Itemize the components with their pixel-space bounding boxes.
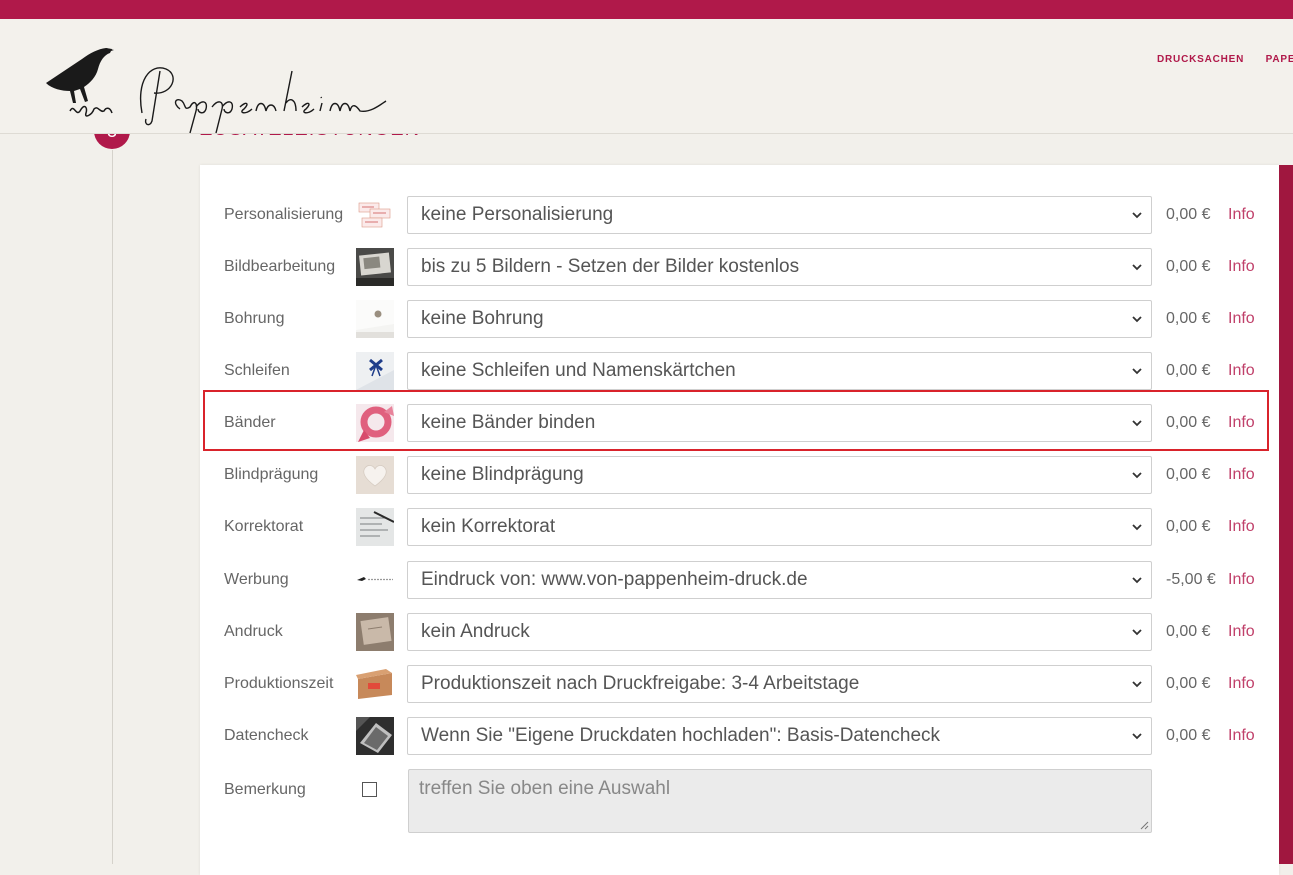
produktionszeit-select[interactable]: Produktionszeit nach Druckfreigabe: 3-4 … (407, 665, 1152, 703)
option-row-schleifen: Schleifen keine Schleifen und Namenskärt… (200, 352, 1279, 390)
andruck-select[interactable]: kein Andruck (407, 613, 1152, 651)
option-row-blindpraegung: Blindprägung keine Blindprägung 0,00 € I… (200, 456, 1279, 494)
raven-logo-icon (46, 48, 387, 134)
remark-label: Bemerkung (224, 781, 306, 798)
chevron-down-icon (1132, 420, 1142, 427)
bow-icon (356, 352, 394, 390)
option-price: 0,00 € (1166, 466, 1211, 483)
chevron-down-icon (1132, 524, 1142, 531)
chevron-down-icon (1132, 316, 1142, 323)
option-label: Datencheck (224, 727, 309, 744)
personalisierung-select[interactable]: keine Personalisierung (407, 196, 1152, 234)
option-price: -5,00 € (1166, 571, 1216, 588)
info-link[interactable]: Info (1228, 352, 1255, 390)
ribbon-icon (356, 404, 394, 442)
resize-grip-icon[interactable] (1139, 820, 1149, 830)
option-price: 0,00 € (1166, 414, 1211, 431)
option-label: Werbung (224, 571, 289, 588)
option-label: Blindprägung (224, 466, 319, 483)
option-row-bildbearbeitung: Bildbearbeitung bis zu 5 Bildern - Setze… (200, 248, 1279, 286)
option-row-produktionszeit: Produktionszeit Produktionszeit nach Dru… (200, 665, 1279, 703)
chevron-down-icon (1132, 212, 1142, 219)
option-row-bohrung: Bohrung keine Bohrung 0,00 € Info (200, 300, 1279, 338)
right-accent-bar (1279, 165, 1293, 864)
option-label: Bildbearbeitung (224, 258, 336, 275)
nav-papeterie[interactable]: PAPE (1266, 54, 1293, 65)
info-link[interactable]: Info (1228, 456, 1255, 494)
chevron-down-icon (1132, 681, 1142, 688)
info-link[interactable]: Info (1228, 717, 1255, 755)
proofreading-icon (356, 508, 394, 546)
option-price: 0,00 € (1166, 727, 1211, 744)
option-label: Bohrung (224, 310, 285, 327)
blindpraegung-select[interactable]: keine Blindprägung (407, 456, 1152, 494)
option-row-baender: Bänder keine Bänder binden 0,00 € Info (200, 404, 1279, 442)
option-price: 0,00 € (1166, 258, 1211, 275)
info-link[interactable]: Info (1228, 561, 1255, 599)
option-label: Bänder (224, 414, 276, 431)
option-row-personalisierung: Personalisierung keine Personalisierung … (200, 196, 1279, 234)
proof-print-icon (356, 613, 394, 651)
personalization-cards-icon (356, 196, 394, 234)
info-link[interactable]: Info (1228, 300, 1255, 338)
option-row-korrektorat: Korrektorat kein Korrektorat 0,00 € Info (200, 508, 1279, 546)
datencheck-select[interactable]: Wenn Sie "Eigene Druckdaten hochladen": … (407, 717, 1152, 755)
info-link[interactable]: Info (1228, 248, 1255, 286)
timeline-line (112, 150, 113, 864)
option-label: Korrektorat (224, 518, 304, 535)
embossing-heart-icon (356, 456, 394, 494)
main-nav: DRUCKSACHEN PAPE (1157, 49, 1293, 67)
option-label: Schleifen (224, 362, 290, 379)
chevron-down-icon (1132, 629, 1142, 636)
chevron-down-icon (1132, 264, 1142, 271)
chevron-down-icon (1132, 368, 1142, 375)
option-label: Andruck (224, 623, 283, 640)
option-row-werbung: Werbung Eindruck von: www.von-pappenheim… (200, 561, 1279, 599)
chevron-down-icon (1132, 577, 1142, 584)
remark-checkbox[interactable] (362, 782, 377, 797)
info-link[interactable]: Info (1228, 665, 1255, 703)
info-link[interactable]: Info (1228, 613, 1255, 651)
remark-placeholder: treffen Sie oben eine Auswahl (419, 778, 671, 799)
schleifen-select[interactable]: keine Schleifen und Namenskärtchen (407, 352, 1152, 390)
laptop-datacheck-icon (356, 717, 394, 755)
nav-drucksachen[interactable]: DRUCKSACHEN (1157, 54, 1244, 65)
option-row-datencheck: Datencheck Wenn Sie "Eigene Druckdaten h… (200, 717, 1279, 755)
option-label: Personalisierung (224, 206, 344, 223)
chevron-down-icon (1132, 733, 1142, 740)
option-price: 0,00 € (1166, 206, 1211, 223)
info-link[interactable]: Info (1228, 508, 1255, 546)
production-box-icon (356, 665, 394, 703)
option-price: 0,00 € (1166, 623, 1211, 640)
photo-editing-icon (356, 248, 394, 286)
option-price: 0,00 € (1166, 518, 1211, 535)
werbung-select[interactable]: Eindruck von: www.von-pappenheim-druck.d… (407, 561, 1152, 599)
option-label: Produktionszeit (224, 675, 334, 692)
drill-hole-icon (356, 300, 394, 338)
info-link[interactable]: Info (1228, 404, 1255, 442)
info-link[interactable]: Info (1228, 196, 1255, 234)
chevron-down-icon (1132, 472, 1142, 479)
bildbearbeitung-select[interactable]: bis zu 5 Bildern - Setzen der Bilder kos… (407, 248, 1152, 286)
options-panel: Personalisierung keine Personalisierung … (200, 165, 1279, 875)
option-price: 0,00 € (1166, 675, 1211, 692)
option-price: 0,00 € (1166, 310, 1211, 327)
baender-select[interactable]: keine Bänder binden (407, 404, 1152, 442)
brand-logo[interactable] (40, 41, 390, 136)
option-price: 0,00 € (1166, 362, 1211, 379)
top-accent-bar (0, 0, 1293, 19)
remark-textarea[interactable]: treffen Sie oben eine Auswahl (408, 769, 1152, 833)
site-header: DRUCKSACHEN PAPE (0, 19, 1293, 134)
advertising-logo-icon (356, 561, 394, 599)
option-row-andruck: Andruck kein Andruck 0,00 € Info (200, 613, 1279, 651)
bohrung-select[interactable]: keine Bohrung (407, 300, 1152, 338)
korrektorat-select[interactable]: kein Korrektorat (407, 508, 1152, 546)
